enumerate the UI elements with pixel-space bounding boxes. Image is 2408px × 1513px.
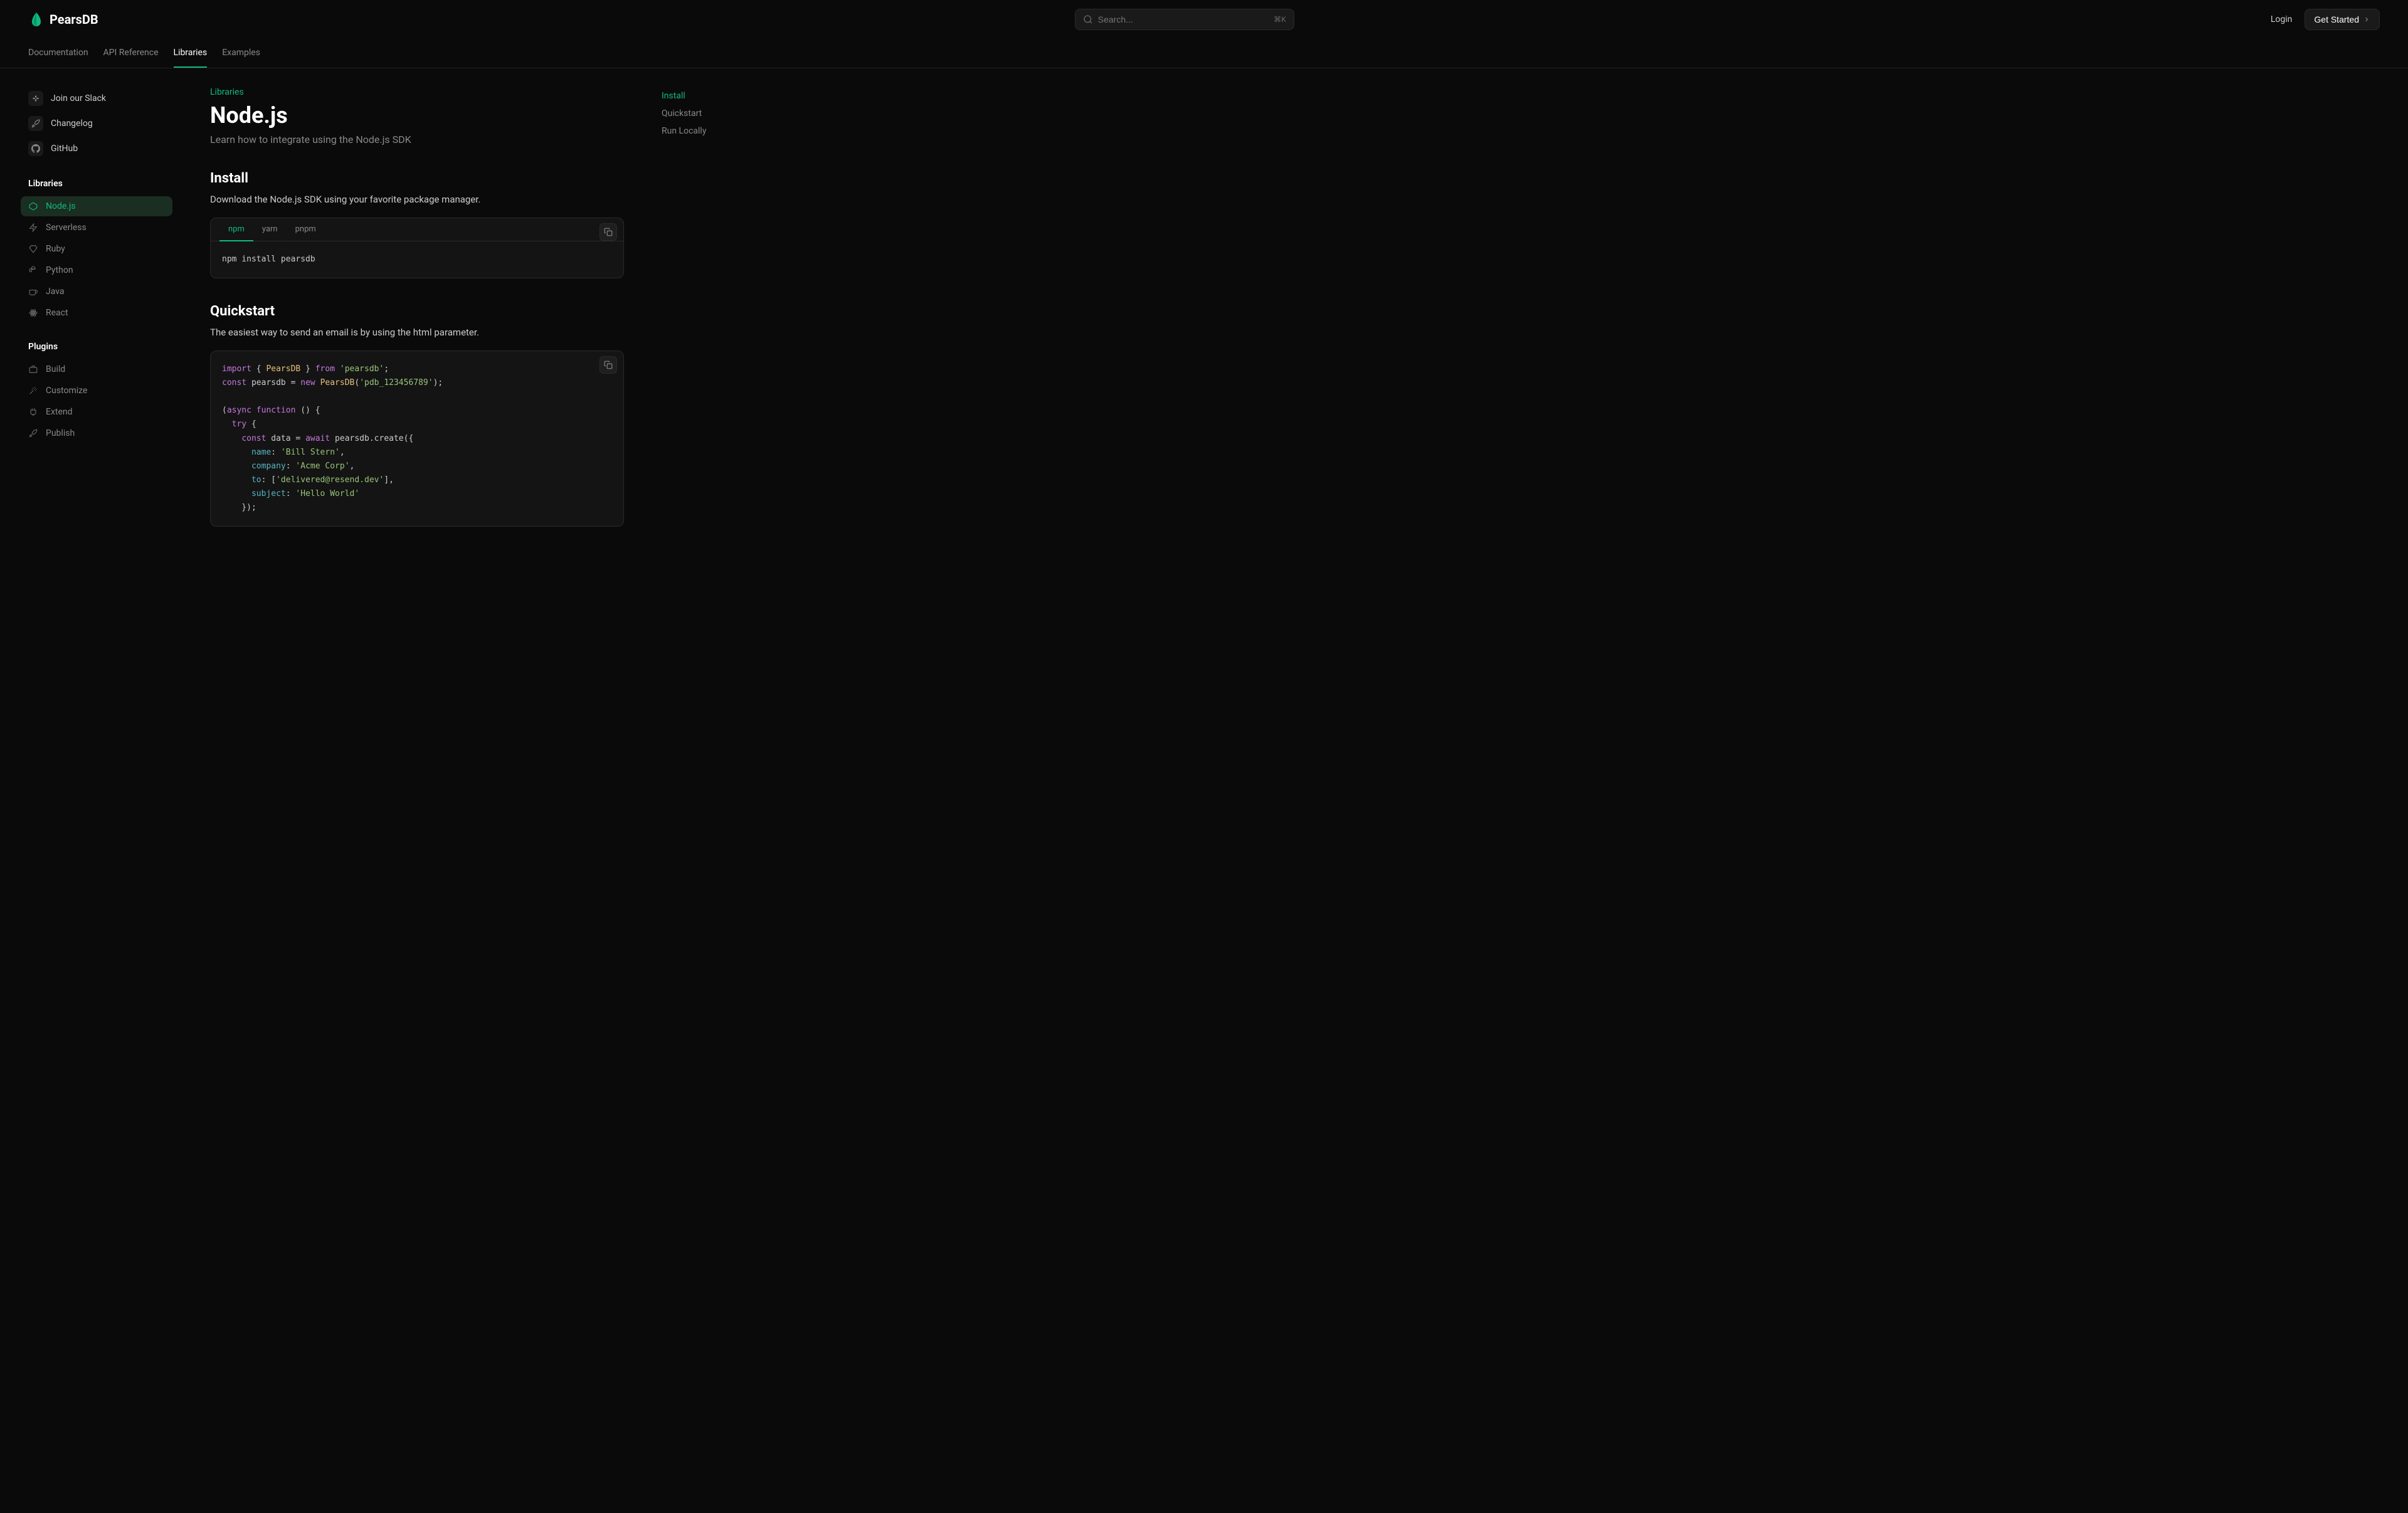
install-text: Download the Node.js SDK using your favo… [210,194,624,205]
nodejs-label: Node.js [46,201,76,211]
slack-icon [28,91,43,106]
search-input[interactable] [1098,14,1274,24]
tab-api-reference[interactable]: API Reference [103,39,159,68]
sidebar-item-customize[interactable]: Customize [21,381,172,401]
search-kbd: ⌘K [1274,15,1286,24]
sidebar-item-build[interactable]: Build [21,359,172,379]
nodejs-icon [28,201,38,211]
sidebar-item-serverless[interactable]: Serverless [21,218,172,238]
publish-label: Publish [46,428,75,438]
sidebar-item-extend[interactable]: Extend [21,402,172,422]
code-tab-npm[interactable]: npm [219,218,253,241]
coffee-icon [28,287,38,297]
sidebar-item-python[interactable]: Python [21,260,172,280]
search-bar[interactable]: ⌘K [1075,9,1294,30]
serverless-label: Serverless [46,223,87,233]
github-link[interactable]: GitHub [28,137,172,160]
toc-quickstart[interactable]: Quickstart [662,105,774,122]
rocket2-icon [28,428,38,438]
customize-label: Customize [46,386,87,396]
install-code: npm install pearsdb [211,241,623,278]
slack-link[interactable]: Join our Slack [28,87,172,110]
code-tab-pnpm[interactable]: pnpm [287,218,325,241]
sidebar-item-react[interactable]: React [21,303,172,323]
login-link[interactable]: Login [2271,14,2293,24]
copy-button[interactable] [599,223,617,241]
build-label: Build [46,364,65,374]
rocket-icon [28,116,43,131]
page-title: Node.js [210,102,624,129]
quickstart-code-block: import { PearsDB } from 'pearsdb'; const… [210,351,624,527]
code-tab-yarn[interactable]: yarn [253,218,287,241]
install-code-block: npm yarn pnpm npm install pearsdb [210,218,624,278]
logo-text: PearsDB [50,12,98,27]
libraries-heading: Libraries [28,179,172,189]
atom-icon [28,308,38,318]
tab-documentation[interactable]: Documentation [28,39,88,68]
copy-icon [604,361,613,369]
copy-button-2[interactable] [599,356,617,374]
pear-icon [28,11,45,28]
changelog-link[interactable]: Changelog [28,112,172,135]
extend-label: Extend [46,407,73,417]
get-started-label: Get Started [2314,14,2359,24]
plug-icon [28,407,38,417]
toc-install[interactable]: Install [662,87,774,105]
react-label: React [46,308,68,318]
install-heading: Install [210,171,624,186]
get-started-button[interactable]: Get Started [2305,9,2380,30]
quickstart-text: The easiest way to send an email is by u… [210,327,624,338]
search-icon [1083,14,1093,24]
sidebar-item-publish[interactable]: Publish [21,423,172,443]
tab-examples[interactable]: Examples [222,39,260,68]
changelog-label: Changelog [51,119,93,129]
toc-run-locally[interactable]: Run Locally [662,122,774,140]
page-subtitle: Learn how to integrate using the Node.js… [210,134,624,145]
sidebar-item-nodejs[interactable]: Node.js [21,196,172,216]
tab-libraries[interactable]: Libraries [174,39,208,68]
breadcrumb[interactable]: Libraries [210,87,624,97]
chevron-right-icon [2363,16,2370,23]
github-icon [28,141,43,156]
github-label: GitHub [51,144,78,154]
logo[interactable]: PearsDB [28,11,98,28]
sidebar-item-ruby[interactable]: Ruby [21,239,172,259]
bolt-icon [28,223,38,233]
quickstart-heading: Quickstart [210,303,624,319]
ruby-label: Ruby [46,244,65,254]
gem-icon [28,244,38,254]
plugins-heading: Plugins [28,342,172,352]
copy-icon [604,228,613,236]
toolbox-icon [28,364,38,374]
sidebar-item-java[interactable]: Java [21,282,172,302]
slack-label: Join our Slack [51,93,106,103]
python-label: Python [46,265,73,275]
wand-icon [28,386,38,396]
python-icon [28,265,38,275]
quickstart-code: import { PearsDB } from 'pearsdb'; const… [211,351,623,526]
java-label: Java [46,287,65,297]
